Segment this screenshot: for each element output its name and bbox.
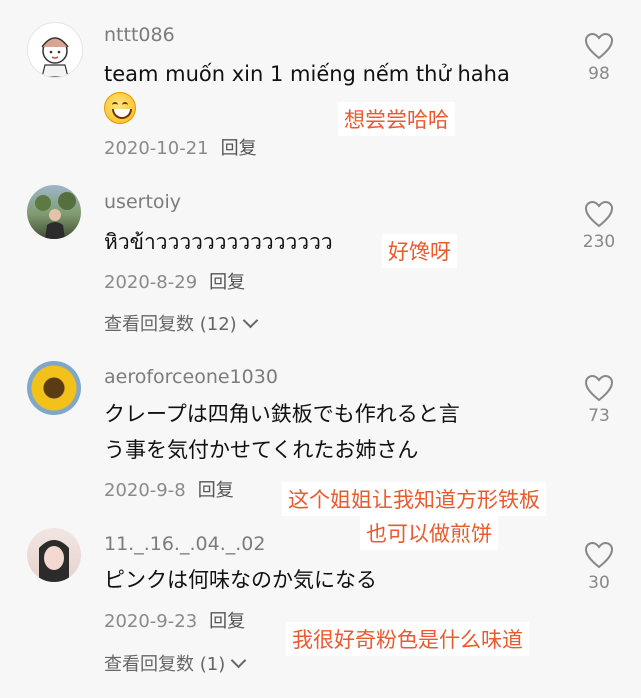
view-replies-button[interactable]: 查看回复数 (12): [104, 310, 258, 336]
like-count: 73: [588, 406, 610, 426]
comment-text: หิวข้าววววววววววววววว: [104, 230, 333, 254]
avatar[interactable]: [27, 22, 83, 78]
heart-icon: [584, 32, 614, 60]
heart-icon: [584, 541, 614, 569]
grinning-face-emoji-icon: [104, 92, 136, 124]
reply-button[interactable]: 回复: [221, 138, 257, 159]
like-button[interactable]: 73: [579, 374, 619, 426]
comment-date: 2020-9-23: [104, 611, 198, 632]
comment-text-line-1: クレープは四角い鉄板でも作れると言: [104, 402, 460, 426]
girl-photo-avatar-icon: [39, 540, 69, 582]
comment-text-line-2: う事を気付かせてくれたお姉さん: [104, 438, 419, 462]
username[interactable]: nttt086: [104, 24, 175, 46]
translation-caption-line-2: 也可以做煎饼: [360, 516, 498, 550]
like-button[interactable]: 30: [579, 541, 619, 593]
like-count: 230: [582, 232, 616, 252]
heart-icon: [584, 374, 614, 402]
comment-text: ピンクは何味なのか気になる: [104, 568, 377, 592]
translation-caption: 好馋呀: [382, 234, 457, 268]
username[interactable]: aeroforceone1030: [104, 366, 278, 388]
translation-caption-line-1: 这个姐姐让我知道方形铁板: [282, 482, 546, 516]
comment-date: 2020-8-29: [104, 272, 198, 293]
reply-button[interactable]: 回复: [209, 272, 245, 293]
translation-caption: 我很好奇粉色是什么味道: [286, 622, 529, 656]
comment-meta: 2020-8-29 回复: [104, 268, 245, 294]
comment-meta: 2020-9-8 回复: [104, 476, 234, 502]
chevron-down-icon: [230, 652, 247, 669]
avatar[interactable]: [27, 528, 81, 582]
translation-caption: 想尝尝哈哈: [338, 102, 455, 136]
avatar[interactable]: [27, 361, 81, 415]
comment-date: 2020-9-8: [104, 480, 186, 501]
comment-meta: 2020-10-21 回复: [104, 134, 257, 160]
like-count: 30: [588, 573, 610, 593]
heart-icon: [584, 200, 614, 228]
comment-text: team muốn xin 1 miếng nếm thử haha: [104, 62, 510, 86]
username[interactable]: usertoiy: [104, 191, 181, 213]
sunflower-avatar-icon: [27, 361, 81, 415]
reply-button[interactable]: 回复: [209, 611, 245, 632]
comment-date: 2020-10-21: [104, 138, 209, 159]
reply-button[interactable]: 回复: [198, 480, 234, 501]
like-count: 98: [588, 64, 610, 84]
person-photo-avatar-icon: [35, 192, 76, 239]
girl-sketch-avatar-icon: [41, 37, 69, 77]
avatar[interactable]: [27, 185, 81, 239]
username[interactable]: 11._.16._.04._.02: [104, 533, 265, 555]
view-replies-label: 查看回复数 (12): [104, 314, 237, 335]
view-replies-label: 查看回复数 (1): [104, 654, 226, 675]
view-replies-button[interactable]: 查看回复数 (1): [104, 650, 247, 676]
chevron-down-icon: [242, 312, 258, 329]
comment-meta: 2020-9-23 回复: [104, 607, 245, 633]
like-button[interactable]: 98: [579, 32, 619, 84]
like-button[interactable]: 230: [579, 200, 619, 252]
